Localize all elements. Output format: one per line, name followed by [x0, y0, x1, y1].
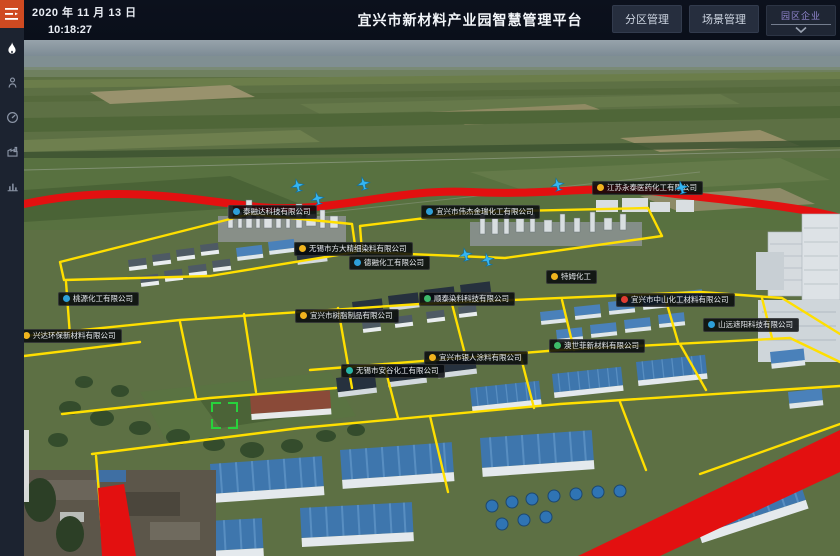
flame-icon [4, 40, 20, 58]
company-name: 无锡市安谷化工有限公司 [356, 366, 439, 375]
company-marker-icon [429, 354, 436, 361]
company-name: 宜兴市树脂制品有限公司 [310, 311, 393, 320]
dropdown-divider [771, 24, 831, 25]
dropdown-selected-value: 园区企业 [777, 8, 825, 24]
company-label[interactable]: 宜兴市中山化工材料有限公司 [616, 293, 735, 307]
sidebar [0, 0, 24, 556]
platform-title: 宜兴市新材料产业园智慧管理平台 [358, 10, 583, 30]
hamburger-icon [5, 8, 19, 20]
company-label[interactable]: 桃源化工有限公司 [58, 292, 139, 306]
topbar-actions: 分区管理 场景管理 园区企业 [612, 5, 836, 36]
company-label[interactable]: 德融化工有限公司 [349, 256, 430, 270]
person-icon [5, 75, 20, 91]
sidebar-item-monitor[interactable] [0, 104, 24, 130]
menu-toggle-button[interactable] [0, 0, 24, 28]
company-marker-icon [233, 208, 240, 215]
company-label[interactable]: 山远遮阳科技有限公司 [703, 318, 799, 332]
sidebar-item-enterprise[interactable] [0, 138, 24, 164]
sidebar-item-statistics[interactable] [0, 172, 24, 198]
bar-chart-icon [5, 178, 20, 193]
chevron-down-icon [794, 26, 808, 34]
company-label[interactable]: 无锡市方大精细染料有限公司 [294, 242, 413, 256]
sidebar-item-alarm[interactable] [0, 36, 24, 62]
company-label[interactable]: 特姆化工 [546, 270, 597, 284]
company-marker-icon [354, 259, 361, 266]
company-marker-icon [63, 295, 70, 302]
company-marker-icon [424, 295, 431, 302]
sidebar-item-personnel[interactable] [0, 70, 24, 96]
company-name: 顺泰染料科技有限公司 [434, 294, 509, 303]
company-name: 桃源化工有限公司 [73, 294, 133, 303]
company-label[interactable]: 泰融达科技有限公司 [228, 205, 317, 219]
company-marker-icon [708, 321, 715, 328]
scene-manage-button[interactable]: 场景管理 [689, 5, 759, 33]
company-marker-icon [24, 332, 30, 339]
factory-icon [5, 144, 20, 159]
company-marker-icon [597, 184, 604, 191]
company-label[interactable]: 兴达环保新材料有限公司 [24, 329, 122, 343]
company-name: 宜兴市伟杰金瑞化工有限公司 [436, 207, 534, 216]
company-name: 无锡市方大精细染料有限公司 [309, 244, 407, 253]
company-name: 山远遮阳科技有限公司 [718, 320, 793, 329]
company-marker-icon [621, 296, 628, 303]
company-name: 澳世菲新材料有限公司 [564, 341, 639, 350]
company-name: 特姆化工 [561, 272, 591, 281]
company-marker-icon [551, 273, 558, 280]
company-marker-icon [299, 245, 306, 252]
company-marker-icon [426, 208, 433, 215]
top-bar: 2020 年 11 月 13 日 10:18:27 宜兴市新材料产业园智慧管理平… [24, 0, 840, 40]
current-date: 2020 年 11 月 13 日 [32, 4, 137, 20]
current-time: 10:18:27 [48, 24, 137, 36]
company-marker-icon [346, 367, 353, 374]
company-name: 泰融达科技有限公司 [243, 207, 311, 216]
datetime-block: 2020 年 11 月 13 日 10:18:27 [32, 4, 137, 36]
company-name: 宜兴市中山化工材料有限公司 [631, 295, 729, 304]
zone-manage-button[interactable]: 分区管理 [612, 5, 682, 33]
company-label[interactable]: 宜兴市伟杰金瑞化工有限公司 [421, 205, 540, 219]
park-enterprise-dropdown[interactable]: 园区企业 [766, 5, 836, 36]
company-label[interactable]: 宜兴市银人涂料有限公司 [424, 351, 528, 365]
company-name: 宜兴市银人涂料有限公司 [439, 353, 522, 362]
company-name: 德融化工有限公司 [364, 258, 424, 267]
map-3d-view[interactable]: 泰融达科技有限公司 宜兴市伟杰金瑞化工有限公司无锡市方大精细染料有限公司德融化工有… [24, 40, 840, 556]
company-marker-icon [300, 312, 307, 319]
company-name: 兴达环保新材料有限公司 [33, 331, 116, 340]
company-label[interactable]: 无锡市安谷化工有限公司 [341, 364, 445, 378]
company-label[interactable]: 顺泰染料科技有限公司 [419, 292, 515, 306]
company-label[interactable]: 澳世菲新材料有限公司 [549, 339, 645, 353]
gauge-icon [5, 110, 20, 125]
company-label[interactable]: 宜兴市树脂制品有限公司 [295, 309, 399, 323]
company-marker-icon [554, 342, 561, 349]
